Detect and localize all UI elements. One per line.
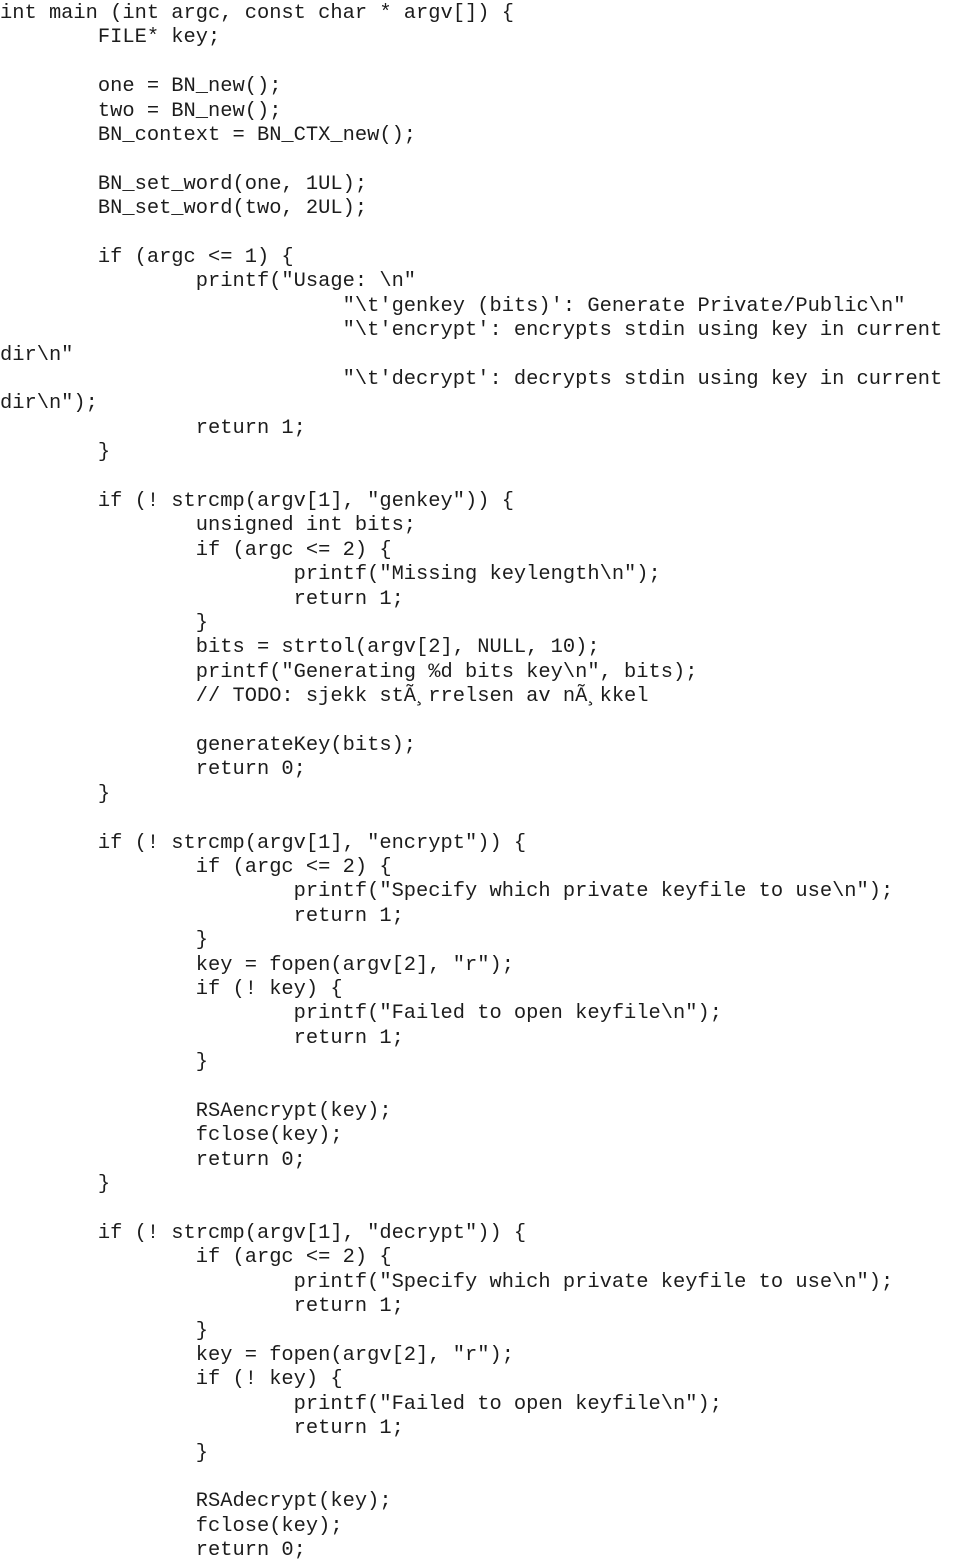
code-line: } (0, 1441, 209, 1465)
code-line: } (0, 782, 111, 806)
code-line: fclose(key); (0, 1124, 343, 1148)
code-line: } (0, 1051, 209, 1075)
code-line: } (0, 929, 209, 953)
code-line: return 1; (0, 904, 404, 928)
code-line: BN_context = BN_CTX_new(); (0, 124, 417, 147)
code-line: one = BN_new(); (0, 75, 282, 99)
code-line: printf("Specify which private keyfile to… (0, 880, 894, 904)
code-line: if (! strcmp(argv[1], "decrypt")) { (0, 1222, 527, 1245)
code-line: if (! strcmp(argv[1], "genkey")) { (0, 490, 514, 513)
code-listing: int main (int argc, const char * argv[])… (0, 0, 960, 1562)
code-line: BN_set_word(two, 2UL); (0, 197, 368, 221)
code-line: printf("Usage: \n" (0, 270, 417, 294)
code-line: if (argc <= 1) { (0, 246, 294, 269)
code-line: RSAencrypt(key); (0, 1100, 392, 1123)
code-line: return 1; (0, 1417, 404, 1441)
code-line: } (0, 612, 209, 635)
code-line: if (! strcmp(argv[1], "encrypt")) { (0, 831, 527, 855)
code-line: "\t'genkey (bits)': Generate Private/Pub… (0, 294, 906, 318)
code-line: return 0; (0, 1539, 306, 1563)
code-line: unsigned int bits; (0, 514, 417, 538)
code-line: return 1; (0, 587, 404, 611)
code-line: return 1; (0, 1026, 404, 1050)
code-line: printf("Missing keylength\n"); (0, 563, 661, 587)
code-line: key = fopen(argv[2], "r"); (0, 1344, 514, 1367)
code-line: if (! key) { (0, 978, 343, 1001)
code-line: printf("Failed to open keyfile\n"); (0, 1392, 722, 1416)
code-line: } (0, 1173, 111, 1197)
code-line: generateKey(bits); (0, 734, 417, 757)
code-line: if (argc <= 2) { (0, 1246, 392, 1270)
code-line: return 1; (0, 1295, 404, 1319)
code-line: dir\n" (0, 343, 74, 367)
code-line: "\t'decrypt': decrypts stdin using key i… (0, 368, 943, 391)
code-line: if (argc <= 2) { (0, 856, 392, 879)
code-line: return 0; (0, 758, 306, 782)
code-line: key = fopen(argv[2], "r"); (0, 953, 514, 977)
code-line: } (0, 441, 111, 465)
code-line: RSAdecrypt(key); (0, 1490, 392, 1514)
code-line: // TODO: sjekk stÃ¸rrelsen av nÃ¸kkel (0, 685, 649, 709)
code-line: printf("Generating %d bits key\n", bits)… (0, 660, 698, 684)
code-line: two = BN_new(); (0, 99, 282, 123)
code-line: if (! key) { (0, 1368, 343, 1392)
code-line: return 1; (0, 416, 306, 440)
code-line: bits = strtol(argv[2], NULL, 10); (0, 636, 600, 660)
code-line: printf("Specify which private keyfile to… (0, 1270, 894, 1294)
code-line: } (0, 1319, 209, 1343)
code-line: if (argc <= 2) { (0, 538, 392, 562)
code-line: return 0; (0, 1148, 306, 1172)
code-line: fclose(key); (0, 1514, 343, 1538)
code-line: printf("Failed to open keyfile\n"); (0, 1002, 722, 1026)
code-line: FILE* key; (0, 26, 221, 50)
code-line: dir\n"); (0, 392, 98, 416)
code-line: BN_set_word(one, 1UL); (0, 172, 368, 196)
code-line: "\t'encrypt': encrypts stdin using key i… (0, 319, 943, 343)
code-line: int main (int argc, const char * argv[])… (0, 2, 514, 25)
